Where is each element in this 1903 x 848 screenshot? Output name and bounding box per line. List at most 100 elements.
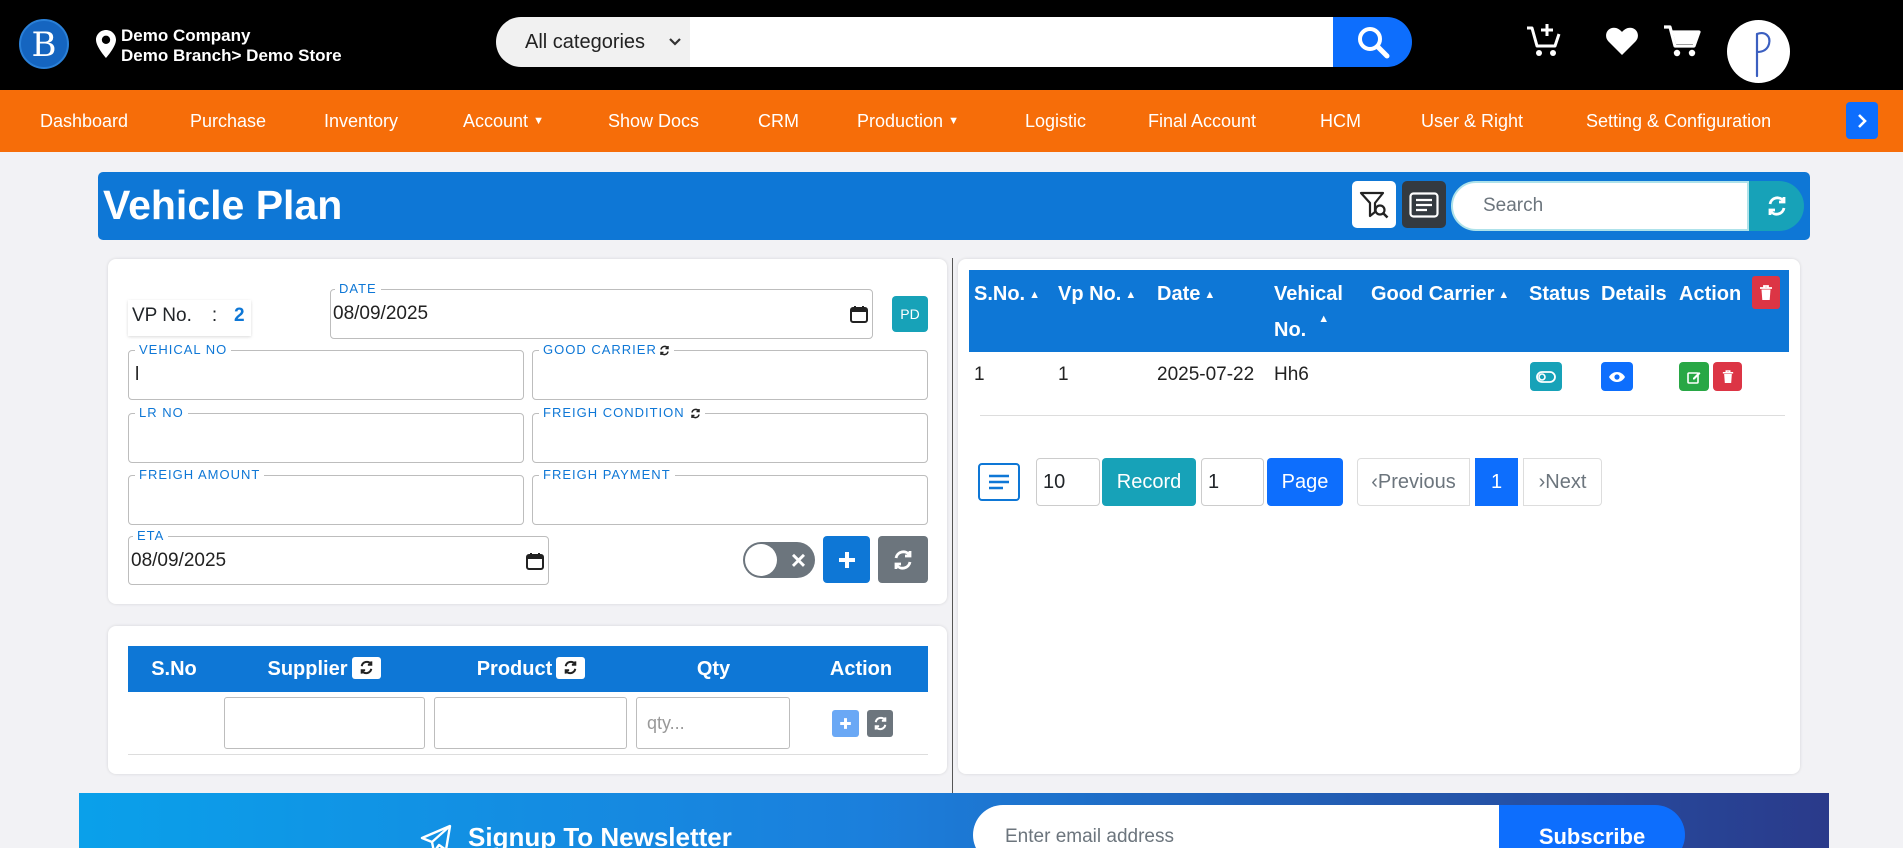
list-col-date[interactable]: Date ▲: [1157, 276, 1215, 313]
row-vehical: Hh6: [1274, 364, 1309, 385]
list-refresh-button[interactable]: [1749, 181, 1804, 231]
sort-up-icon: ▲: [1204, 288, 1216, 301]
lr-no-field[interactable]: LR NO: [128, 406, 524, 463]
next-page-link[interactable]: ›Next: [1523, 458, 1602, 506]
list-col-sno[interactable]: S.No. ▲: [974, 276, 1040, 313]
freigh-amount-field[interactable]: FREIGH AMOUNT: [128, 468, 524, 525]
nav-dashboard[interactable]: Dashboard: [40, 90, 128, 152]
page-number-input[interactable]: 1: [1201, 458, 1264, 506]
sort-up-icon: ▲: [1318, 312, 1330, 325]
page-go-button[interactable]: Page: [1267, 458, 1343, 506]
freigh-payment-label: FREIGH PAYMENT: [539, 468, 675, 482]
filter-search-button[interactable]: [1352, 181, 1396, 228]
lr-no-label: LR NO: [135, 406, 188, 420]
row-edit-button[interactable]: [1679, 362, 1709, 391]
list-col-vehical[interactable]: Vehical No. ▲: [1274, 276, 1343, 349]
app-logo[interactable]: B: [19, 19, 69, 69]
chevron-down-icon: [668, 17, 682, 67]
paper-plane-icon: [420, 824, 452, 848]
product-input[interactable]: [434, 697, 627, 749]
add-button[interactable]: [823, 536, 870, 583]
pd-button[interactable]: PD: [892, 296, 928, 332]
supplier-refresh-icon[interactable]: [351, 656, 381, 679]
current-page-link[interactable]: 1: [1475, 458, 1518, 506]
items-col-qty: Qty: [696, 658, 731, 680]
reset-item-button[interactable]: [867, 710, 893, 737]
list-col-action: Action: [1679, 283, 1742, 305]
category-select[interactable]: All categories: [496, 17, 690, 67]
refresh-icon[interactable]: [690, 408, 701, 419]
product-refresh-icon[interactable]: [556, 656, 586, 679]
panel-divider: [952, 258, 953, 794]
status-toggle[interactable]: ×: [743, 542, 815, 578]
vehical-no-label: VEHICAL NO: [135, 343, 232, 357]
freigh-payment-field[interactable]: FREIGH PAYMENT: [532, 468, 928, 525]
date-field[interactable]: DATE 08/09/2025: [330, 282, 873, 339]
nav-account-label: Account: [463, 111, 529, 131]
nav-setting-configuration[interactable]: Setting & Configuration: [1586, 90, 1771, 152]
delete-all-button[interactable]: [1752, 276, 1780, 309]
list-col-vehical-label-1: Vehical: [1274, 283, 1343, 305]
nav-user-right[interactable]: User & Right: [1421, 90, 1523, 152]
refresh-icon: [874, 716, 886, 731]
wishlist-heart-icon[interactable]: [1605, 26, 1639, 56]
nav-scroll-right-button[interactable]: [1846, 102, 1878, 139]
caret-down-icon: ▼: [533, 115, 544, 127]
refresh-icon: [894, 549, 912, 570]
nav-inventory[interactable]: Inventory: [324, 90, 398, 152]
list-col-vpno[interactable]: Vp No. ▲: [1058, 276, 1136, 313]
refresh-icon[interactable]: [659, 345, 670, 356]
supplier-input[interactable]: [224, 697, 425, 749]
company-info[interactable]: Demo Company Demo Branch> Demo Store: [121, 26, 342, 66]
vehical-no-field[interactable]: VEHICAL NO l: [128, 343, 524, 400]
good-carrier-label-text: GOOD CARRIER: [543, 342, 657, 357]
nav-logistic[interactable]: Logistic: [1025, 90, 1086, 152]
list-search-input[interactable]: [1451, 181, 1749, 231]
plus-icon: [840, 718, 851, 729]
row-status-toggle-button[interactable]: [1530, 362, 1562, 391]
user-avatar[interactable]: [1727, 20, 1790, 83]
reset-button[interactable]: [878, 536, 928, 583]
main-search-input[interactable]: [690, 17, 1333, 67]
trash-icon: [1760, 284, 1772, 300]
qty-input[interactable]: qty...: [636, 697, 790, 749]
pagination-list-icon[interactable]: [978, 463, 1020, 501]
calendar-icon[interactable]: [526, 552, 544, 570]
record-button[interactable]: Record: [1102, 458, 1196, 506]
add-item-button[interactable]: [832, 710, 859, 737]
nav-account[interactable]: Account ▼: [463, 90, 544, 152]
row-date: 2025-07-22: [1157, 364, 1255, 385]
row-details-button[interactable]: [1601, 362, 1633, 391]
items-col-supplier: Supplier: [224, 646, 424, 692]
chevron-right-icon: [1858, 113, 1867, 128]
main-search-button[interactable]: [1333, 17, 1412, 67]
per-page-input[interactable]: 10: [1036, 458, 1100, 506]
eta-label: ETA: [133, 529, 169, 543]
nav-show-docs[interactable]: Show Docs: [608, 90, 699, 152]
nav-production[interactable]: Production ▼: [857, 90, 959, 152]
subscribe-button[interactable]: Subscribe: [1499, 805, 1685, 848]
toggle-knob: [745, 544, 777, 576]
good-carrier-field[interactable]: GOOD CARRIER: [532, 343, 928, 400]
vehical-no-value: l: [135, 364, 140, 385]
list-view-button[interactable]: [1402, 181, 1446, 228]
calendar-icon[interactable]: [850, 305, 868, 323]
filter-search-icon: [1359, 191, 1389, 218]
list-row-divider: [980, 415, 1785, 416]
nav-purchase[interactable]: Purchase: [190, 90, 266, 152]
cart-icon[interactable]: [1663, 24, 1701, 58]
list-col-details: Details: [1601, 283, 1667, 305]
row-delete-button[interactable]: [1713, 362, 1742, 391]
freigh-condition-field[interactable]: FREIGH CONDITION: [532, 406, 928, 463]
nav-hcm[interactable]: HCM: [1320, 90, 1361, 152]
previous-page-link[interactable]: ‹Previous: [1357, 458, 1470, 506]
nav-crm[interactable]: CRM: [758, 90, 799, 152]
sort-up-icon: ▲: [1125, 288, 1137, 301]
list-col-carrier[interactable]: Good Carrier ▲: [1371, 276, 1509, 313]
add-to-cart-icon[interactable]: [1525, 22, 1563, 60]
nav-final-account[interactable]: Final Account: [1148, 90, 1256, 152]
newsletter-email-input[interactable]: Enter email address: [973, 805, 1499, 848]
eta-field[interactable]: ETA 08/09/2025: [128, 529, 549, 585]
items-col-product: Product: [434, 646, 628, 692]
location-pin-icon: [96, 30, 116, 58]
